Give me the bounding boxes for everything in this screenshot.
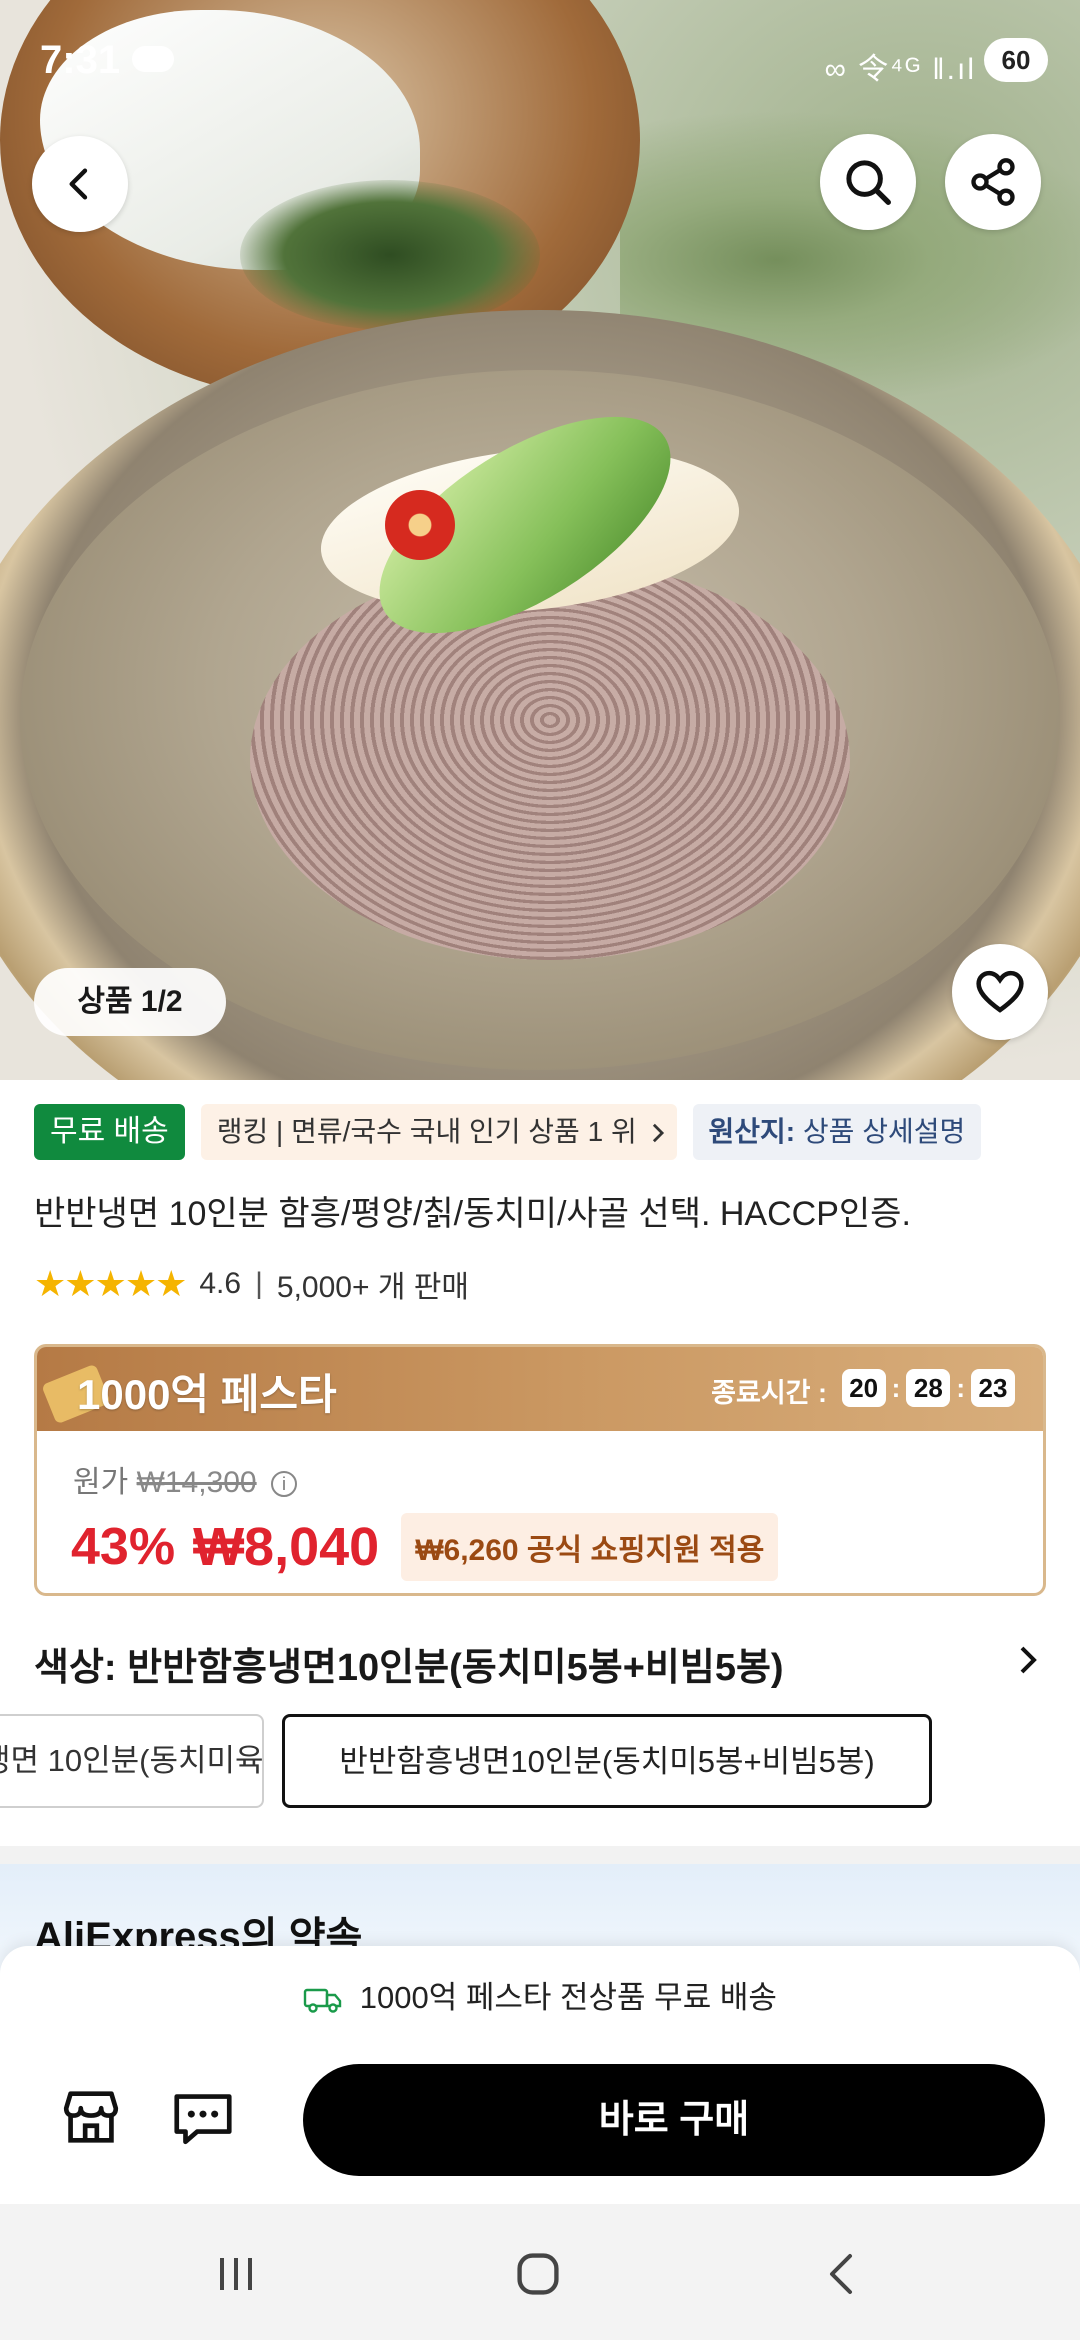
share-button[interactable] (945, 134, 1041, 230)
festa-end-label: 종료시간 : (711, 1378, 827, 1408)
status-icons: ∞ 令⁴ᴳ ‖.ıl (824, 53, 976, 86)
image-noodles (250, 560, 850, 960)
shipping-note: 1000억 페스타 전상품 무료 배송 (0, 1972, 1080, 2017)
ranking-badge[interactable]: 랭킹 | 면류/국수 국내 인기 상품 1 위 (200, 1104, 677, 1160)
sale-price: ₩8,040 (193, 1517, 380, 1577)
rating-separator: | (255, 1267, 263, 1300)
price-row: 43% ₩8,040 ₩6,260 공식 쇼핑지원 적용 (71, 1513, 779, 1581)
product-tags: 무료 배송 랭킹 | 면류/국수 국내 인기 상품 1 위 원산지: 상품 상세… (34, 1104, 982, 1160)
star-rating-icon: ★★★★★ (34, 1263, 187, 1304)
nav-back-button[interactable] (812, 2244, 872, 2304)
system-nav-bar (0, 2204, 1080, 2340)
nav-home-button[interactable] (508, 2244, 568, 2304)
origin-value: 상품 상세설명 (795, 1116, 966, 1147)
timer-hours: 20 (841, 1369, 886, 1407)
timer-minutes: 28 (906, 1369, 951, 1407)
option-chip[interactable]: 냉면 10인분(동치미육수 10봉) (0, 1714, 264, 1808)
home-icon (517, 2253, 559, 2295)
truck-icon (303, 1988, 342, 2013)
chevron-left-icon (69, 168, 88, 200)
chevron-right-icon (652, 1123, 664, 1143)
wishlist-button[interactable] (952, 944, 1048, 1040)
back-button[interactable] (32, 136, 128, 232)
store-button[interactable] (56, 2082, 126, 2152)
search-button[interactable] (820, 134, 916, 230)
original-price: 원가 ₩14,300 i (73, 1457, 297, 1501)
share-icon (971, 158, 1015, 206)
image-counter: 상품 1/2 (34, 968, 226, 1036)
image-chili (385, 490, 455, 560)
status-bar: 7:31 ∞ 令⁴ᴳ ‖.ıl 60 (0, 0, 1080, 120)
origin-badge: 원산지: 상품 상세설명 (692, 1104, 982, 1160)
back-icon (830, 2254, 852, 2294)
timer-seconds: 23 (971, 1369, 1015, 1407)
status-time: 7:31 (40, 38, 121, 82)
store-icon (63, 2091, 119, 2143)
chat-icon (174, 2094, 232, 2145)
option-title[interactable]: 색상: 반반함흥냉면10인분(동치미5봉+비빔5봉) (34, 1636, 784, 1691)
chevron-right-icon[interactable] (1016, 1644, 1040, 1676)
ranking-text: 랭킹 | 면류/국수 국내 인기 상품 1 위 (216, 1116, 637, 1147)
original-price-value: ₩14,300 (136, 1466, 257, 1499)
shipping-note-text: 1000억 페스타 전상품 무료 배송 (359, 1980, 777, 2015)
original-price-label: 원가 (73, 1466, 129, 1499)
rating-row[interactable]: ★★★★★ 4.6 | 5,000+ 개 판매 (34, 1262, 469, 1306)
festa-price-box: 1000억 페스타 종료시간 : 20 : 28 : 23 원가 ₩14,300… (34, 1344, 1046, 1596)
cloud-icon (132, 46, 174, 72)
product-image[interactable] (0, 0, 1080, 1080)
buy-now-button[interactable]: 바로 구매 (303, 2064, 1045, 2176)
option-chip-selected[interactable]: 반반함흥냉면10인분(동치미5봉+비빔5봉) (282, 1714, 932, 1808)
heart-icon (976, 970, 1024, 1013)
search-icon (846, 160, 891, 205)
rating-value: 4.6 (199, 1267, 242, 1300)
free-shipping-badge: 무료 배송 (34, 1104, 185, 1160)
chat-button[interactable] (168, 2082, 238, 2152)
recent-apps-icon (220, 2258, 252, 2290)
product-title: 반반냉면 10인분 함흥/평양/칡/동치미/사골 선택. HACCP인증. (34, 1195, 911, 1233)
sold-count: 5,000+ 개 판매 (276, 1271, 469, 1304)
nav-recent-button[interactable] (206, 2244, 266, 2304)
info-icon[interactable]: i (270, 1471, 297, 1497)
bottom-action-sheet: 1000억 페스타 전상품 무료 배송 바로 구매 (0, 1946, 1080, 2204)
battery-indicator: 60 (984, 38, 1048, 82)
discount-percent: 43% (71, 1518, 176, 1576)
festa-title: 1000억 페스타 (77, 1371, 337, 1418)
festa-header: 1000억 페스타 종료시간 : 20 : 28 : 23 (37, 1347, 1043, 1431)
coupon-badge[interactable]: ₩6,260 공식 쇼핑지원 적용 (401, 1513, 779, 1581)
countdown-timer: 20 : 28 : 23 (841, 1369, 1015, 1407)
origin-label: 원산지: (708, 1116, 796, 1147)
